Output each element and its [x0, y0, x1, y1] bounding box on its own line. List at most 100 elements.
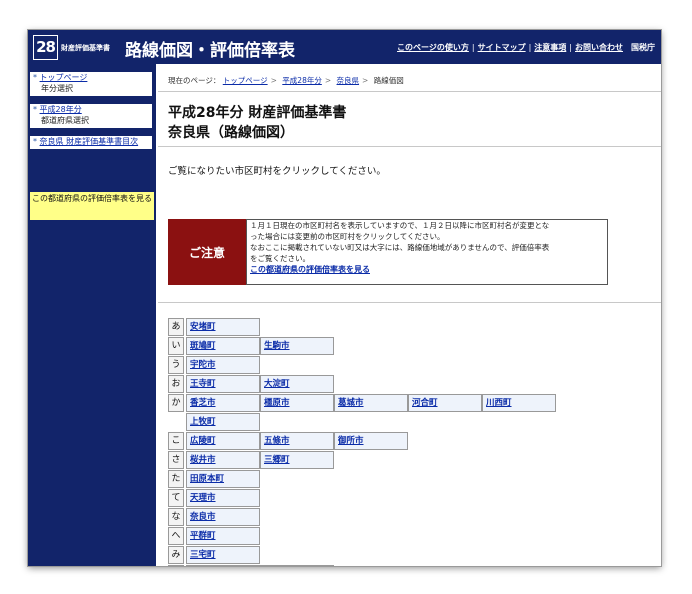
municipality-link[interactable]: 桜井市 — [190, 455, 216, 465]
breadcrumb-current: 路線価図 — [373, 76, 404, 85]
municipality-cell: 奈良市 — [186, 508, 260, 526]
logo-subtitle: 財産評価基準書 — [61, 44, 110, 52]
page-title: 平成28年分 財産評価基準書 — [168, 105, 347, 121]
municipality-link[interactable]: 葛城市 — [338, 398, 364, 408]
municipality-link[interactable]: 三郷町 — [264, 455, 290, 465]
municipality-cell: 田原本町 — [186, 470, 260, 488]
caution-line: １月１日現在の市区町村名を表示していますので、１月２日以降に市区町村名が変更とな — [250, 221, 550, 230]
municipality-link[interactable]: 奈良市 — [190, 512, 216, 522]
kana-label: な — [168, 508, 184, 526]
municipality-cell: 斑鳩町 — [186, 337, 260, 355]
municipality-link[interactable]: 安堵町 — [190, 322, 216, 332]
kana-label: あ — [168, 318, 184, 336]
kana-label: へ — [168, 527, 184, 545]
kana-label: か — [168, 394, 184, 412]
municipality-link[interactable]: 橿原市 — [264, 398, 290, 408]
municipality-cell: 桜井市 — [186, 451, 260, 469]
municipality-link[interactable]: 王寺町 — [190, 379, 216, 389]
caution-label: ご注意 — [168, 219, 246, 285]
how-to-use-link[interactable]: このページの使い方 — [394, 42, 472, 53]
municipality-cell: 三宅町 — [186, 546, 260, 564]
municipality-link[interactable]: 田原本町 — [190, 474, 224, 484]
sidebar-multiplier-table-link[interactable]: この都道府県の評価倍率表を見る — [30, 192, 154, 220]
divider — [158, 91, 661, 92]
caution-line: った場合には変更前の市区町村をクリックしてください。 — [250, 232, 445, 241]
municipality-link[interactable]: 大淀町 — [264, 379, 290, 389]
sidebar-link-top[interactable]: トップページ — [40, 73, 88, 82]
municipality-link[interactable]: 御所市 — [338, 436, 364, 446]
municipality-link[interactable]: 天理市 — [190, 493, 216, 503]
municipality-cell: 王寺町 — [186, 375, 260, 393]
breadcrumb-prefix: 現在のページ： — [168, 76, 221, 85]
caution-line: なおここに掲載されていない町又は大字には、路線価地域がありませんので、評価倍率表 — [250, 243, 550, 252]
municipality-cell: 大淀町 — [260, 375, 334, 393]
kana-label: さ — [168, 451, 184, 469]
caution-box: １月１日現在の市区町村名を表示していますので、１月２日以降に市区町村名が変更とな… — [246, 219, 608, 285]
breadcrumb-prefecture[interactable]: 奈良県 — [337, 76, 360, 85]
municipality-cell: 川西町 — [482, 394, 556, 412]
municipality-cell: 三郷町 — [260, 451, 334, 469]
instruction-text: ご覧になりたい市区町村をクリックしてください。 — [168, 166, 386, 177]
breadcrumb-year[interactable]: 平成28年分 — [282, 76, 322, 85]
kana-label: た — [168, 470, 184, 488]
sidebar-item-top: * トップページ 年分選択 — [30, 72, 152, 96]
sidebar-item-index: * 奈良県 財産評価基準書目次 — [30, 136, 152, 149]
municipality-cell: 葛城市 — [334, 394, 408, 412]
municipality-link[interactable]: 斑鳩町 — [190, 341, 216, 351]
kana-label: う — [168, 356, 184, 374]
municipality-cell: 平群町 — [186, 527, 260, 545]
kana-label: こ — [168, 432, 184, 450]
municipality-cell: 橿原市 — [260, 394, 334, 412]
municipality-cell: 御所市 — [334, 432, 408, 450]
municipality-cell: 広陵町 — [186, 432, 260, 450]
kana-label: お — [168, 375, 184, 393]
municipality-cell: 五條市 — [260, 432, 334, 450]
contact-link[interactable]: お問い合わせ — [572, 42, 626, 53]
municipality-link[interactable]: 宇陀市 — [190, 360, 216, 370]
caution-line: をご覧ください。 — [250, 254, 310, 263]
municipality-cell: 上牧町 — [186, 413, 260, 431]
municipality-cell: 大和郡山市 — [186, 565, 260, 566]
kana-label: て — [168, 489, 184, 507]
municipality-link[interactable]: 香芝市 — [190, 398, 216, 408]
breadcrumb-top[interactable]: トップページ — [223, 76, 268, 85]
divider — [158, 146, 661, 147]
sidebar-sub-label: 年分選択 — [41, 84, 73, 93]
site-header: 28 財産評価基準書 路線価図・評価倍率表 このページの使い方 | サイトマップ |… — [28, 30, 661, 64]
sidebar-item-year: * 平成28年分 都道府県選択 — [30, 104, 152, 128]
header-nav: このページの使い方 | サイトマップ | 注意事項 | お問い合わせ 国税庁 — [394, 42, 655, 53]
municipality-link[interactable]: 上牧町 — [190, 417, 216, 427]
municipality-cell: 天理市 — [186, 489, 260, 507]
kana-label: や — [168, 565, 184, 566]
page-subtitle: 奈良県（路線価図） — [168, 125, 294, 141]
sidebar-link-index[interactable]: 奈良県 財産評価基準書目次 — [40, 137, 139, 146]
municipality-link[interactable]: 河合町 — [412, 398, 438, 408]
municipality-cell: 河合町 — [408, 394, 482, 412]
divider — [158, 302, 661, 303]
municipality-link[interactable]: 平群町 — [190, 531, 216, 541]
municipality-link[interactable]: 生駒市 — [264, 341, 290, 351]
notes-link[interactable]: 注意事項 — [531, 42, 569, 53]
site-title: 路線価図・評価倍率表 — [125, 41, 295, 61]
kana-label: み — [168, 546, 184, 564]
municipality-cell: 安堵町 — [186, 318, 260, 336]
municipality-cell: 生駒市 — [260, 337, 334, 355]
agency-name: 国税庁 — [631, 43, 655, 52]
caution-multiplier-table-link[interactable]: この都道府県の評価倍率表を見る — [250, 265, 370, 274]
municipality-link[interactable]: 川西町 — [486, 398, 512, 408]
municipality-cell: 大和高田市 — [260, 565, 334, 566]
municipality-cell: 香芝市 — [186, 394, 260, 412]
sidebar-sub-label: 都道府県選択 — [41, 116, 89, 125]
municipality-link[interactable]: 五條市 — [264, 436, 290, 446]
kana-label: い — [168, 337, 184, 355]
sitemap-link[interactable]: サイトマップ — [475, 42, 529, 53]
municipality-cell: 宇陀市 — [186, 356, 260, 374]
municipality-link[interactable]: 三宅町 — [190, 550, 216, 560]
municipality-link[interactable]: 広陵町 — [190, 436, 216, 446]
main-content: 現在のページ： トップページ > 平成28年分 > 奈良県 > 路線価図 平成28年分… — [158, 64, 661, 566]
sidebar-link-year[interactable]: 平成28年分 — [40, 105, 82, 114]
sidebar: * トップページ 年分選択 * 平成28年分 都道府県選択 * 奈良県 財産評価… — [28, 64, 156, 566]
logo-number: 28 — [33, 35, 58, 60]
browser-page: 28 財産評価基準書 路線価図・評価倍率表 このページの使い方 | サイトマップ |… — [28, 30, 661, 566]
breadcrumb: 現在のページ： トップページ > 平成28年分 > 奈良県 > 路線価図 — [168, 76, 404, 85]
